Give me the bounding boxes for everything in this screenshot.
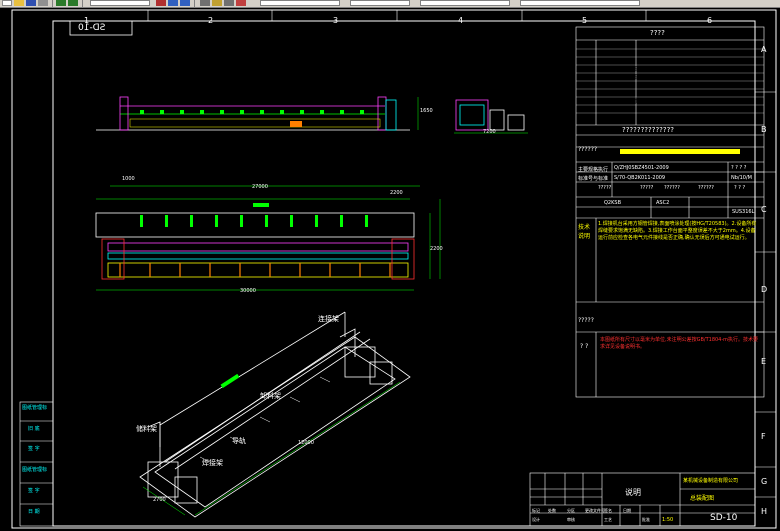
remark-text: 本图纸所有尺寸以毫米为单位,未注明公差按GB/T1804-m执行。技术要求详见设…: [600, 337, 759, 350]
section-title: ??????????????: [622, 126, 675, 134]
tb-doc: 更改文件号: [585, 508, 605, 513]
strip-label-2: 旧 底: [28, 426, 40, 432]
grid-value-1: Q2KSB: [604, 200, 621, 206]
std-tag-2: Nb/10/M: [731, 175, 752, 181]
match-icon[interactable]: [224, 0, 234, 6]
dim-top-right: 2200: [390, 190, 403, 196]
zone-c: C: [761, 205, 767, 214]
properties-icon[interactable]: [200, 0, 210, 6]
iso-label-1: 储料架: [136, 425, 157, 433]
zone-6: 6: [707, 16, 713, 25]
drawing-title: 总装配图: [690, 495, 715, 502]
layer-icon[interactable]: [212, 0, 222, 6]
lineweight-combo[interactable]: [350, 0, 410, 6]
dim-top-left: 1000: [122, 176, 135, 182]
zone-2: 2: [208, 16, 214, 25]
zone-h: H: [761, 507, 768, 516]
drawing-number: SD-10: [710, 513, 738, 523]
grid-header-2: ?????: [640, 185, 654, 191]
layer-combo[interactable]: [90, 0, 150, 6]
grid-header-5: ? ? ?: [734, 185, 746, 191]
linetype-combo[interactable]: [260, 0, 340, 6]
zoom-window-icon[interactable]: [180, 0, 190, 6]
grid-header-4: ??????: [698, 185, 714, 191]
iso-label-4: 焊接架: [202, 459, 223, 467]
print-icon[interactable]: [38, 0, 48, 6]
zoom-icon[interactable]: [168, 0, 178, 6]
tb-sign: 签名: [604, 508, 612, 513]
company-name: 某机械设备制造有限公司: [683, 478, 739, 484]
new-icon[interactable]: [2, 0, 12, 6]
highlight-bar: [620, 149, 740, 154]
zone-3: 3: [333, 16, 339, 25]
std-tag-1: ? ? ? ?: [731, 165, 747, 171]
tb-zone: 分区: [567, 508, 575, 513]
drawing-number-tag: SD-10: [78, 23, 106, 33]
dim-top-bottom: 30000: [240, 288, 256, 294]
dim-iso-length: 12000: [298, 440, 314, 446]
grid-value-2: ASC2: [656, 200, 670, 206]
plotstyle-combo[interactable]: [420, 0, 510, 6]
std-code-2: S/70-QB2K011-2009: [614, 175, 666, 181]
spec-row: 10 备注 630 k: [580, 114, 705, 121]
drawing-label: ??????: [578, 146, 598, 153]
save-icon[interactable]: [26, 0, 36, 6]
zone-4: 4: [458, 16, 464, 25]
pan-icon[interactable]: [156, 0, 166, 6]
dim-top-height: 2200: [430, 246, 443, 252]
strip-label-4: 图纸管理标: [22, 467, 48, 473]
scale-label: 1:50: [662, 517, 674, 523]
tb-date: 日期: [623, 508, 631, 513]
open-icon[interactable]: [14, 0, 24, 6]
grid-header-3: ??????: [664, 185, 680, 191]
strip-label-1: 图纸管理标: [22, 405, 48, 411]
zone-e: E: [761, 357, 767, 366]
zone-f: F: [761, 432, 766, 441]
remark-side: ? ?: [580, 343, 589, 350]
dim-front-height: 1650: [420, 108, 433, 114]
strip-label-6: 日 期: [28, 509, 40, 515]
std-code-1: Q/ZHJ0SBZ4501-2009: [614, 165, 669, 171]
strip-label-5: 签 字: [28, 488, 40, 494]
grid-value-5: SUS316L: [732, 209, 755, 215]
tb-mark: 标记: [532, 508, 540, 513]
notes-side-label: 技术说明: [578, 224, 591, 240]
zone-5: 5: [582, 16, 588, 25]
style-combo[interactable]: [520, 0, 640, 6]
color-icon[interactable]: [236, 0, 246, 6]
dim-top-total: 27000: [252, 184, 268, 190]
remark-label: ?????: [578, 317, 594, 324]
tb-design: 设计: [532, 517, 540, 522]
drawing-canvas[interactable]: 1 2 3 4 5 6 A B C D E F G H SD-10 7200 1…: [0, 7, 780, 531]
tb-count: 处数: [548, 508, 556, 513]
iso-label-3: 卸料架: [260, 392, 281, 400]
undo-icon[interactable]: [56, 0, 66, 6]
tb-craft: 工艺: [604, 517, 612, 522]
std-label-2: 标准号与标准: [578, 176, 609, 182]
dim-front-total: 7200: [483, 129, 496, 135]
redo-icon[interactable]: [68, 0, 78, 6]
dim-iso-width: 2700: [153, 497, 166, 503]
notes-text: 1.焊接机台采用方钢管焊接,表面喷涂处理(按HG/T20583)。2.设备所有焊…: [598, 221, 757, 241]
strip-label-3: 签 字: [28, 446, 40, 452]
iso-label-5: 导轨: [232, 437, 246, 445]
tb-approve: 批准: [642, 517, 650, 522]
top-view: [95, 185, 441, 291]
std-label-1: 主要规格执行: [578, 167, 609, 173]
grid-header-1: ?????: [598, 185, 612, 191]
front-view: [96, 96, 528, 134]
tb-review: 审核: [567, 517, 575, 522]
spec-title: ????: [650, 29, 665, 37]
subtitle: 说明: [625, 488, 641, 497]
zone-d: D: [761, 285, 768, 294]
iso-label-2: 连接架: [318, 315, 339, 323]
zone-g: G: [761, 477, 768, 486]
iso-view: [139, 311, 411, 518]
zone-b: B: [761, 125, 767, 134]
